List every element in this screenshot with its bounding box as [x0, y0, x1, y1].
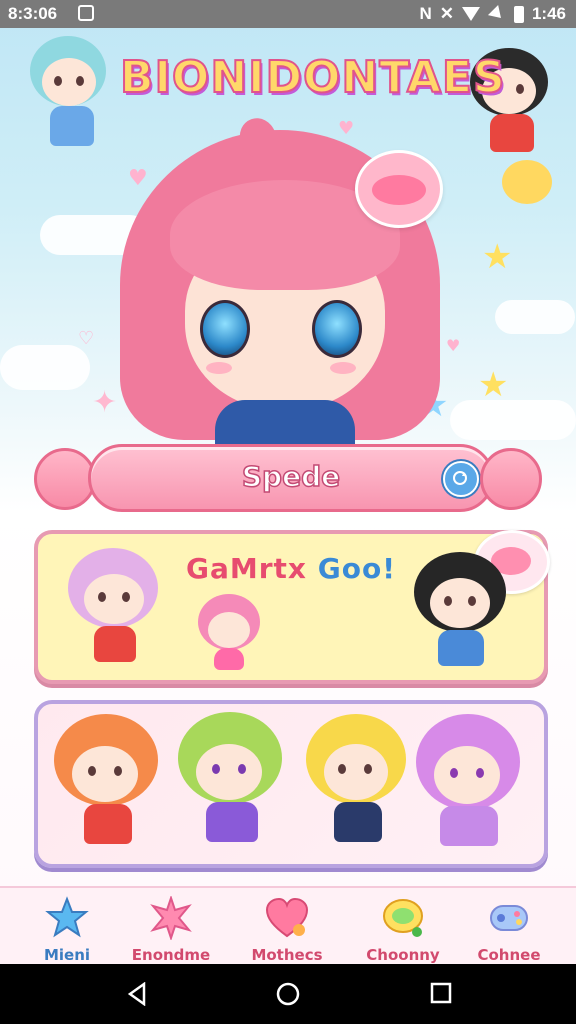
sparkle-icon: [150, 896, 192, 940]
status-clock: 1:46: [531, 4, 566, 23]
heart-decoration: ♡: [78, 328, 95, 349]
cloud-decoration: [450, 400, 576, 440]
wifi-icon: [461, 7, 480, 21]
left-pill-button[interactable]: [34, 448, 96, 510]
chat-icon: [383, 899, 423, 937]
nfc-icon: N: [419, 4, 432, 23]
signal-icon: [487, 4, 507, 24]
nav-label: Cohnee: [477, 946, 541, 964]
featured-title-part1: GaMrtx: [186, 552, 307, 585]
chibi-top-left: [22, 36, 122, 156]
heart-decoration: ♥: [338, 118, 355, 139]
characters-card[interactable]: [34, 700, 548, 868]
search-label: Spede: [241, 459, 341, 494]
system-nav-bar: [0, 964, 576, 1024]
star-icon: [45, 896, 89, 938]
gamepad-icon: [490, 905, 528, 931]
mute-icon: ✕: [439, 4, 454, 23]
featured-title-part2: Goo!: [317, 552, 396, 585]
pig-bubble-icon: [355, 150, 443, 228]
status-bar: 8:3:06 N ✕ 1:46: [0, 0, 576, 28]
search-row: Spede: [34, 444, 542, 512]
back-icon[interactable]: [126, 982, 148, 1006]
star-decoration: ★: [482, 237, 513, 277]
chibi-purple: [416, 714, 526, 854]
nav-label: Enondme: [131, 946, 211, 964]
featured-card[interactable]: GaMrtx Goo!: [34, 530, 550, 684]
cloud-decoration: [495, 300, 575, 334]
status-time: 8:3:06: [8, 4, 58, 23]
nav-label: Mieni: [43, 946, 91, 964]
nav-item-third[interactable]: Mothecs: [232, 888, 342, 968]
featured-card-title: GaMrtx Goo!: [186, 552, 396, 585]
nav-item-second[interactable]: Enondme: [116, 888, 226, 968]
nav-label: Choonny: [366, 946, 440, 964]
chibi-green: [178, 712, 288, 852]
nav-item-fifth[interactable]: Cohnee: [454, 888, 564, 968]
heart-decoration: ♥: [446, 336, 461, 355]
chibi-small-pink: [198, 594, 268, 674]
chibi-orange: [54, 714, 164, 854]
moon-decoration: [502, 160, 552, 204]
nav-label: Mothecs: [251, 946, 323, 964]
app-title: BIONIDONTAES: [119, 51, 506, 104]
status-icons: N ✕ 1:46: [419, 4, 566, 24]
app-screen: 8:3:06 N ✕ 1:46 ★ ★ ★ ✦ ♥ ♥ ♡ ♥: [0, 0, 576, 1024]
star-decoration: ✦: [92, 385, 118, 420]
home-icon[interactable]: [276, 982, 300, 1006]
right-pill-button[interactable]: [480, 448, 542, 510]
chibi-lilac: [68, 548, 168, 668]
nav-item-home[interactable]: Mieni: [12, 888, 122, 968]
heart-icon: [265, 897, 309, 938]
search-bar[interactable]: Spede: [88, 444, 494, 512]
refresh-icon[interactable]: [443, 461, 479, 497]
bottom-nav: Mieni Enondme Mothecs Choonny Cohnee: [0, 886, 576, 968]
star-decoration: ★: [478, 365, 509, 405]
battery-icon: [513, 5, 524, 23]
chibi-black-hair: [414, 552, 514, 672]
chibi-yellow: [306, 714, 416, 854]
gallery-icon: [78, 5, 94, 21]
heart-decoration: ♥: [128, 166, 148, 191]
cloud-decoration: [0, 345, 90, 390]
recents-icon[interactable]: [430, 982, 452, 1004]
nav-item-fourth[interactable]: Choonny: [348, 888, 458, 968]
